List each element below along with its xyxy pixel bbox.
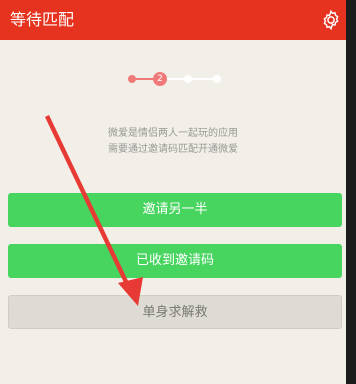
step-4-dot <box>213 75 221 83</box>
gear-icon[interactable] <box>320 9 342 31</box>
single-help-button[interactable]: 单身求解救 <box>8 295 342 329</box>
description-line-1: 微爱是情侣两人一起玩的应用 <box>108 128 238 139</box>
description-text: 微爱是情侣两人一起玩的应用 需要通过邀请码匹配开通微爱 <box>0 126 346 158</box>
step-2-current: 2 <box>153 72 167 86</box>
page-title: 等待匹配 <box>10 10 75 29</box>
received-code-button[interactable]: 已收到邀请码 <box>8 244 342 278</box>
invite-partner-button[interactable]: 邀请另一半 <box>8 193 342 227</box>
progress-stepper: 2 <box>124 70 224 88</box>
top-bar: 等待匹配 <box>0 0 346 40</box>
step-3-dot <box>184 75 192 83</box>
app-screen: 等待匹配 2 微爱是情侣两人一起玩的应用 需要通过邀请码匹配开通微爱 邀请另一半… <box>0 0 346 384</box>
window-edge <box>346 0 356 384</box>
description-line-2: 需要通过邀请码匹配开通微爱 <box>108 144 238 155</box>
